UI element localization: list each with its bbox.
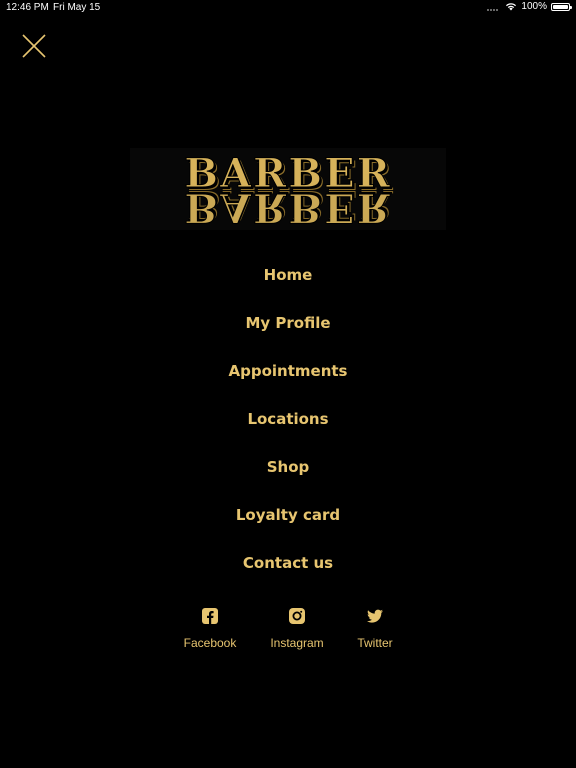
barber-logo: BARBER BARBER [130,148,446,232]
status-date: Fri May 15 [53,2,101,13]
menu-item-appointments[interactable]: Appointments [0,354,576,402]
status-time: 12:46 PM [6,2,49,13]
logo-text-reflection: BARBER [184,184,393,232]
menu-item-shop[interactable]: Shop [0,450,576,498]
menu-item-locations[interactable]: Locations [0,402,576,450]
menu-item-loyalty-card[interactable]: Loyalty card [0,498,576,546]
battery-percent: 100% [521,1,547,12]
facebook-icon [202,608,218,624]
cellular-signal-icon [487,3,499,11]
close-icon [22,34,46,58]
facebook-label: Facebook [183,636,237,650]
facebook-link[interactable]: Facebook [165,607,255,650]
battery-icon [551,2,572,11]
twitter-label: Twitter [357,636,393,650]
close-button[interactable] [20,32,48,60]
instagram-label: Instagram [270,636,324,650]
nav-menu: Home My Profile Appointments Locations S… [0,258,576,594]
instagram-link[interactable]: Instagram [252,607,342,650]
menu-item-home[interactable]: Home [0,258,576,306]
wifi-icon [506,3,517,11]
menu-item-my-profile[interactable]: My Profile [0,306,576,354]
instagram-icon [289,608,305,624]
twitter-link[interactable]: Twitter [330,607,420,650]
status-bar: 12:46 PM Fri May 15 100% [0,0,576,16]
twitter-icon [367,609,383,623]
status-indicators: 100% [487,1,572,12]
menu-screen: 12:46 PM Fri May 15 100% BARBER BARBER H… [0,0,576,768]
menu-item-contact-us[interactable]: Contact us [0,546,576,594]
